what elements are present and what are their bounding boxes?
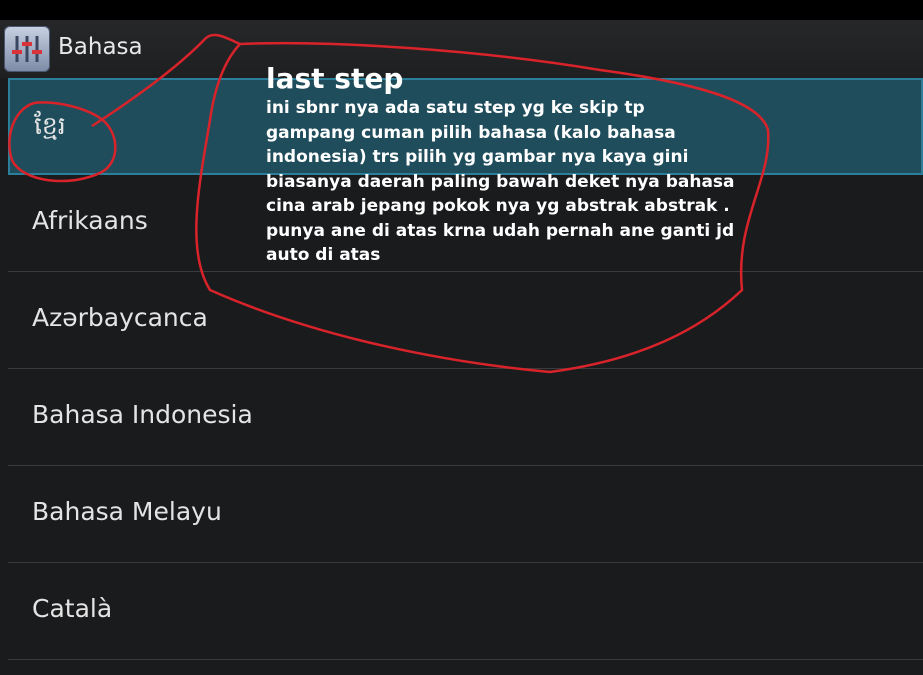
settings-sliders-icon[interactable]: [4, 26, 50, 72]
language-label: Afrikaans: [32, 206, 148, 235]
language-label: Bahasa Melayu: [32, 497, 222, 526]
language-label: Azərbaycanca: [32, 303, 208, 332]
screen: Bahasa ខ្មែរ Afrikaans Azərbaycanca Baha…: [0, 0, 923, 675]
language-item-catala[interactable]: Català: [8, 563, 923, 660]
annotation-title: last step: [266, 62, 404, 95]
language-item-azerbaycanca[interactable]: Azərbaycanca: [8, 272, 923, 369]
action-bar-title: Bahasa: [58, 34, 143, 60]
language-label: Bahasa Indonesia: [32, 400, 253, 429]
language-item-bahasa-melayu[interactable]: Bahasa Melayu: [8, 466, 923, 563]
annotation-note: last step ini sbnr nya ada satu step yg …: [266, 62, 766, 268]
language-item-bahasa-indonesia[interactable]: Bahasa Indonesia: [8, 369, 923, 466]
status-bar: [0, 0, 923, 20]
language-label: Català: [32, 594, 113, 623]
annotation-body: ini sbnr nya ada satu step yg ke skip tp…: [266, 98, 735, 265]
language-label: ខ្មែរ: [34, 111, 66, 140]
